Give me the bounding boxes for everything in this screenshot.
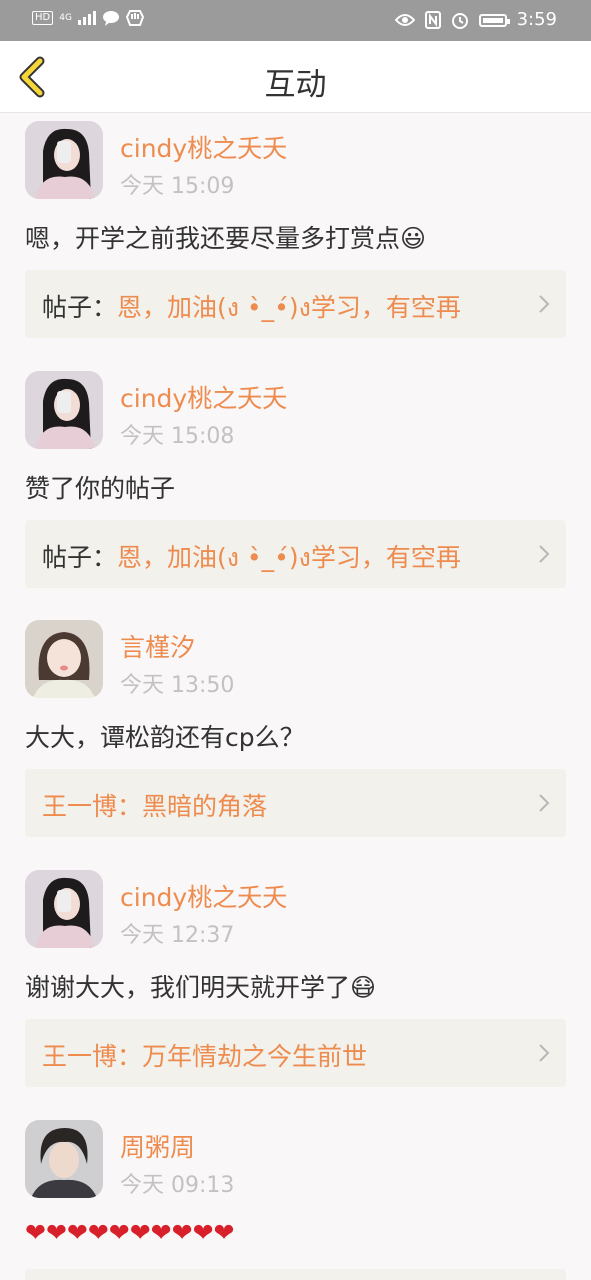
boy-icon[interactable] [25,1120,103,1198]
comment-text: 谢谢大大，我们明天就开学了😷 [25,973,377,1002]
post-title: 恩，加油(ง •̀_•́)ง学习，有空再 [117,293,461,322]
post-title: 恩，加油(ง •̀_•́)ง学习，有空再 [117,543,461,572]
username[interactable]: 周粥周 [120,1128,195,1164]
interaction-feed: cindy桃之夭夭 今天 15:09 嗯，开学之前我还要尽量多打赏点😃 帖子：恩… [0,113,591,1280]
chevron-right-icon [539,545,550,563]
girl-child-icon[interactable] [25,620,103,698]
post-link[interactable]: 王一博：黑暗的角落 [25,769,566,837]
app-notification-icon [125,10,144,26]
comment-text: 大大，谭松韵还有cp么？ [25,723,305,752]
network-badge: 4G [59,13,72,23]
chevron-right-icon [539,794,550,812]
girl-dark-hair-icon[interactable] [25,121,103,199]
post-link[interactable]: 帖子：恩，加油(ง •̀_•́)ง学习，有空再 [25,520,566,588]
hd-badge: HD [32,11,54,25]
timestamp: 今天 09:13 [120,1173,235,1198]
post-title: 万年情劫之今生前世 [142,1042,368,1071]
clock: 3:59 [516,9,557,30]
title-bar: 互动 [0,41,591,113]
chat-icon [102,11,119,26]
post-link[interactable]: 帖子：恩，加油(ง •̀_•́)ง学习，有空再 [25,270,566,338]
post-prefix: 帖子： [42,543,118,572]
post-prefix: 帖子： [42,293,118,322]
status-bar: HD 4G 3:59 [0,0,591,41]
post-title: 黑暗的角落 [142,792,268,821]
alarm-icon [451,13,468,29]
username[interactable]: cindy桃之夭夭 [120,878,287,914]
signal-icon [77,11,96,25]
comment-text: 嗯，开学之前我还要尽量多打赏点😃 [25,224,427,253]
timestamp: 今天 12:37 [120,923,235,948]
timestamp: 今天 13:50 [120,673,235,698]
battery-icon [478,13,510,27]
girl-dark-hair-icon[interactable] [25,870,103,948]
status-left: HD 4G [32,9,144,27]
comment-text: 赞了你的帖子 [25,474,176,503]
username[interactable]: cindy桃之夭夭 [120,379,287,415]
timestamp: 今天 15:09 [120,174,235,199]
eye-icon [394,14,415,26]
username[interactable]: 言槿汐 [120,628,195,664]
chevron-right-icon [539,295,550,313]
chevron-right-icon [539,1044,550,1062]
timestamp: 今天 15:08 [120,424,235,449]
post-prefix: 王一博： [42,792,143,821]
girl-dark-hair-icon[interactable] [25,371,103,449]
post-link[interactable]: 王一博：万年情劫之今生前世 [25,1019,566,1087]
post-link[interactable] [25,1269,566,1280]
page-title: 互动 [264,67,327,103]
username[interactable]: cindy桃之夭夭 [120,129,287,165]
nfc-icon [424,11,441,29]
comment-text: ❤❤❤❤❤❤❤❤❤❤ [25,1218,235,1247]
status-right: 3:59 [394,9,557,31]
post-prefix: 王一博： [42,1042,143,1071]
